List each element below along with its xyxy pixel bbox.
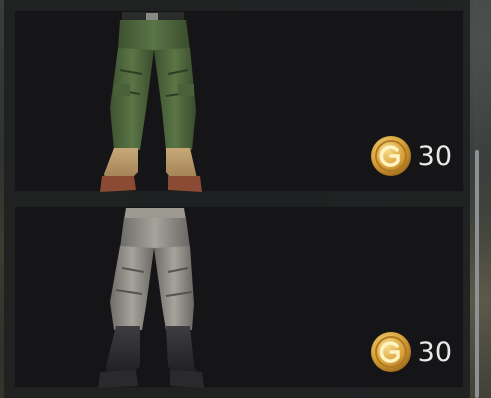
price-tag: 30 [370,330,452,374]
price-tag: 30 [370,134,452,178]
store-item-list: 30 30 [4,0,470,398]
gray-pants-icon [98,208,204,388]
scrollbar-thumb[interactable] [475,150,479,398]
store-item-card[interactable]: 30 [14,206,464,388]
gold-coin-icon [370,136,411,176]
price-value: 30 [417,140,452,172]
price-value: 30 [417,336,452,368]
store-item-card[interactable]: 30 [14,10,464,192]
scrollbar-track[interactable] [475,0,479,398]
gold-coin-icon [370,332,411,372]
green-pants-icon [100,12,202,192]
